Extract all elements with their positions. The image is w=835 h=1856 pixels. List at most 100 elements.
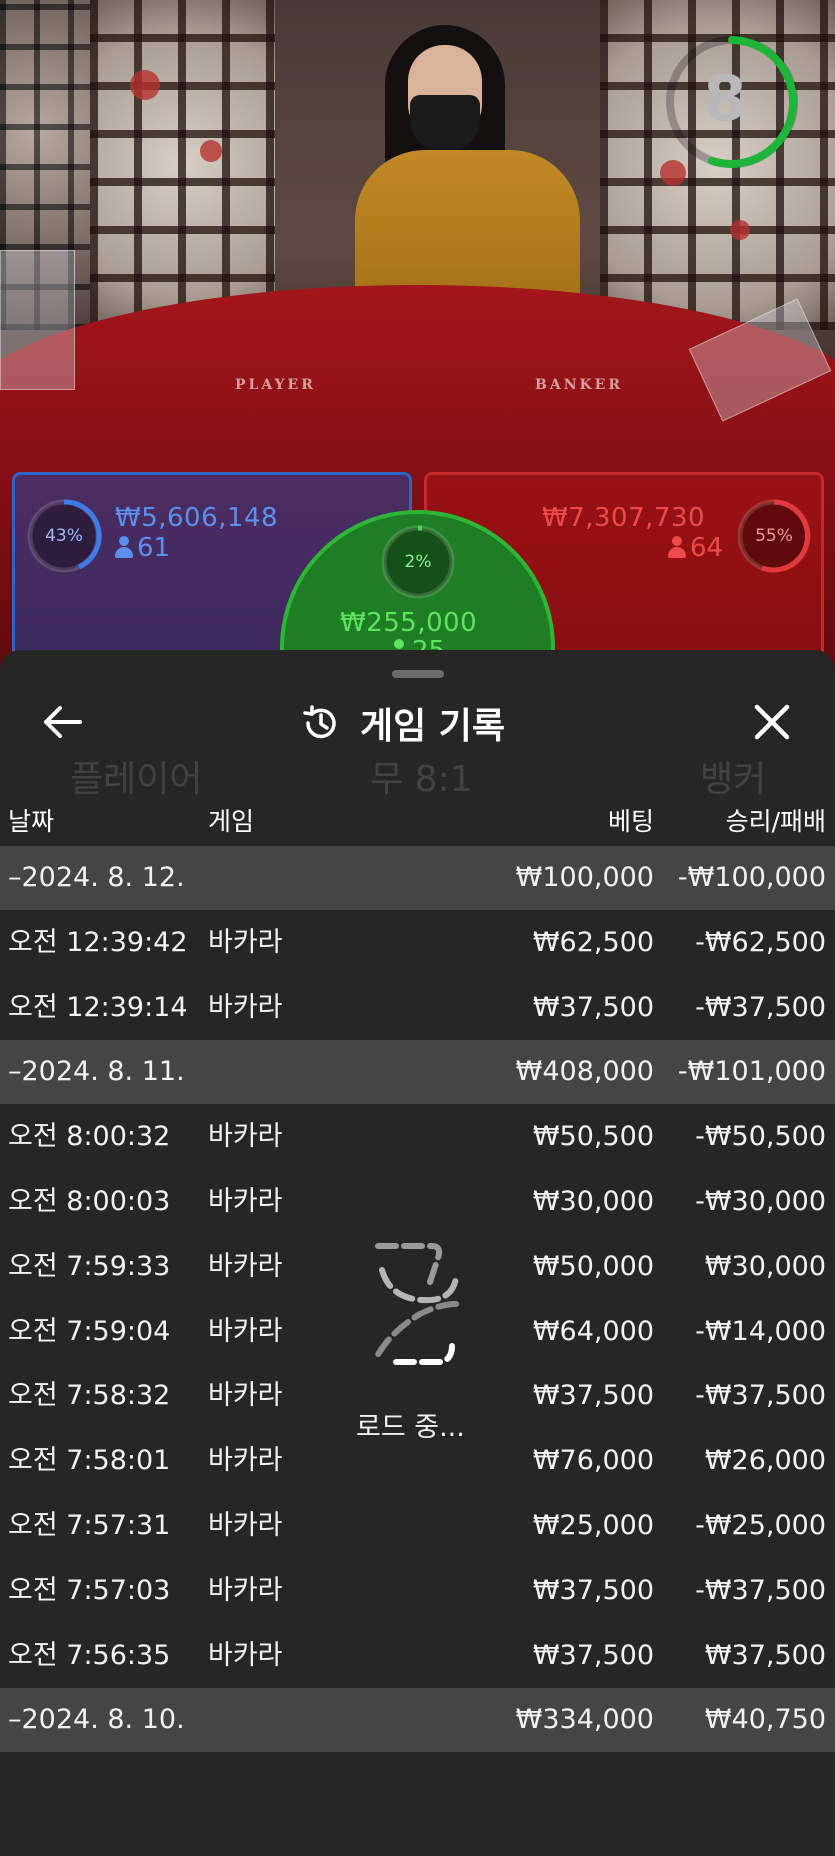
history-bet: ₩25,000 xyxy=(532,1510,654,1541)
tie-percent: 2% xyxy=(404,552,432,572)
history-result: ₩30,000 xyxy=(704,1250,826,1282)
history-game: 바카라 xyxy=(208,1445,283,1477)
history-bet: ₩76,000 xyxy=(532,1445,654,1477)
history-time: 오전 7:58:01 xyxy=(8,1445,171,1477)
column-header-bet[interactable]: 베팅 xyxy=(608,802,654,838)
column-header-game[interactable]: 게임 xyxy=(208,802,254,838)
background-tie-label: 무 8:1 xyxy=(370,759,473,800)
history-result: -₩62,500 xyxy=(695,926,826,958)
arrow-left-icon[interactable] xyxy=(36,695,90,749)
history-bet: ₩37,500 xyxy=(532,991,654,1023)
background-player-label: 플레이어 xyxy=(70,759,203,800)
history-time: 오전 8:00:03 xyxy=(8,1186,171,1217)
history-result: -₩37,500 xyxy=(695,1574,826,1606)
history-game: 바카라 xyxy=(208,1380,283,1412)
history-entry-row[interactable]: 오전 8:00:03 바카라 ₩30,000 -₩30,000 xyxy=(0,1170,835,1234)
history-date-row: –2024. 8. 10. ₩334,000 ₩40,750 xyxy=(0,1688,835,1753)
history-time: 오전 7:58:32 xyxy=(8,1380,171,1412)
history-entry-row[interactable]: 오전 7:56:35 바카라 ₩37,500 ₩37,500 xyxy=(0,1624,835,1688)
history-bet: ₩62,500 xyxy=(532,926,654,958)
history-result: ₩37,500 xyxy=(704,1639,826,1671)
history-time: 오전 12:39:42 xyxy=(8,926,188,958)
history-result: -₩30,000 xyxy=(695,1186,826,1217)
history-bet: ₩408,000 xyxy=(515,1056,654,1088)
history-result: -₩37,500 xyxy=(695,1380,826,1412)
sheet-title-text: 게임 기록 xyxy=(360,706,506,747)
bottom-fade xyxy=(0,1756,835,1856)
history-result: -₩37,500 xyxy=(695,991,826,1023)
history-bet: ₩100,000 xyxy=(515,862,654,893)
blossom-decoration xyxy=(730,220,750,240)
card-discard-tray xyxy=(0,250,75,390)
history-entry-row[interactable]: 오전 7:57:03 바카라 ₩37,500 -₩37,500 xyxy=(0,1559,835,1623)
history-result: -₩100,000 xyxy=(677,862,826,893)
history-result: -₩25,000 xyxy=(695,1510,826,1541)
history-game: 바카라 xyxy=(208,1186,283,1217)
history-icon xyxy=(303,705,336,739)
history-result: -₩101,000 xyxy=(677,1056,826,1088)
history-bet: ₩37,500 xyxy=(532,1574,654,1606)
player-bettor-number: 61 xyxy=(137,533,171,563)
history-result: -₩14,000 xyxy=(695,1315,826,1347)
screen-panel-center-left xyxy=(90,0,275,330)
history-game: 바카라 xyxy=(208,926,283,958)
history-game: 바카라 xyxy=(208,1574,283,1606)
banker-percent: 55% xyxy=(755,526,793,546)
history-result: -₩50,500 xyxy=(695,1121,826,1153)
history-time: 오전 7:57:31 xyxy=(8,1510,171,1541)
player-percent: 43% xyxy=(45,526,83,546)
dealer-mask xyxy=(410,95,480,150)
history-time: 오전 7:57:03 xyxy=(8,1574,171,1606)
history-bet: ₩30,000 xyxy=(532,1186,654,1217)
table-label-player: PLAYER xyxy=(235,377,316,393)
history-date: –2024. 8. 12. xyxy=(8,862,185,893)
countdown-timer-value: 8 xyxy=(703,62,747,135)
history-game: 바카라 xyxy=(208,991,283,1023)
column-header-result[interactable]: 승리/패배 xyxy=(726,802,826,838)
loading-text: 로드 중... xyxy=(356,1412,465,1443)
history-time: 오전 7:59:04 xyxy=(8,1315,171,1347)
sheet-title: 게임 기록 xyxy=(300,698,505,748)
history-date: –2024. 8. 11. xyxy=(8,1056,185,1088)
history-entry-row[interactable]: 오전 7:57:31 바카라 ₩25,000 -₩25,000 xyxy=(0,1494,835,1558)
history-bet: ₩334,000 xyxy=(515,1704,654,1736)
history-entry-row[interactable]: 오전 12:39:14 바카라 ₩37,500 -₩37,500 xyxy=(0,976,835,1040)
history-bet: ₩37,500 xyxy=(532,1380,654,1412)
history-date: –2024. 8. 10. xyxy=(8,1704,185,1736)
history-game: 바카라 xyxy=(208,1315,283,1347)
blossom-decoration xyxy=(130,70,160,100)
banker-bettor-count: 64 xyxy=(668,533,723,563)
history-result: ₩40,750 xyxy=(704,1704,826,1736)
history-entry-row[interactable]: 오전 8:00:32 바카라 ₩50,500 -₩50,500 xyxy=(0,1105,835,1169)
history-game: 바카라 xyxy=(208,1121,283,1153)
history-time: 오전 7:56:35 xyxy=(8,1639,171,1671)
tie-total-amount: ₩255,000 xyxy=(340,608,478,638)
history-bet: ₩50,500 xyxy=(532,1121,654,1153)
banker-bettor-number: 64 xyxy=(690,533,724,563)
history-game: 바카라 xyxy=(208,1510,283,1541)
history-time: 오전 8:00:32 xyxy=(8,1121,171,1153)
history-bet: ₩50,000 xyxy=(532,1250,654,1282)
history-entry-row[interactable]: 오전 12:39:42 바카라 ₩62,500 -₩62,500 xyxy=(0,911,835,975)
close-icon[interactable] xyxy=(745,695,799,749)
history-game: 바카라 xyxy=(208,1639,283,1671)
column-header-date[interactable]: 날짜 xyxy=(8,802,54,838)
history-time: 오전 12:39:14 xyxy=(8,991,188,1023)
history-time: 오전 7:59:33 xyxy=(8,1250,171,1282)
history-bet: ₩64,000 xyxy=(532,1315,654,1347)
person-icon xyxy=(668,536,686,558)
banker-total-amount: ₩7,307,730 xyxy=(542,503,706,533)
player-bettor-count: 61 xyxy=(115,533,170,563)
history-date-row: –2024. 8. 12. ₩100,000 -₩100,000 xyxy=(0,846,835,910)
player-total-amount: ₩5,606,148 xyxy=(115,503,279,533)
drag-handle[interactable] xyxy=(392,670,444,678)
history-date-row: –2024. 8. 11. ₩408,000 -₩101,000 xyxy=(0,1040,835,1105)
background-banker-label: 뱅커 xyxy=(700,759,767,800)
history-bet: ₩37,500 xyxy=(532,1639,654,1671)
table-label-banker: BANKER xyxy=(535,377,623,393)
loading-spinner-icon xyxy=(373,1243,459,1365)
history-result: ₩26,000 xyxy=(704,1445,826,1477)
person-icon xyxy=(115,536,133,558)
blossom-decoration xyxy=(200,140,222,162)
history-game: 바카라 xyxy=(208,1250,283,1282)
